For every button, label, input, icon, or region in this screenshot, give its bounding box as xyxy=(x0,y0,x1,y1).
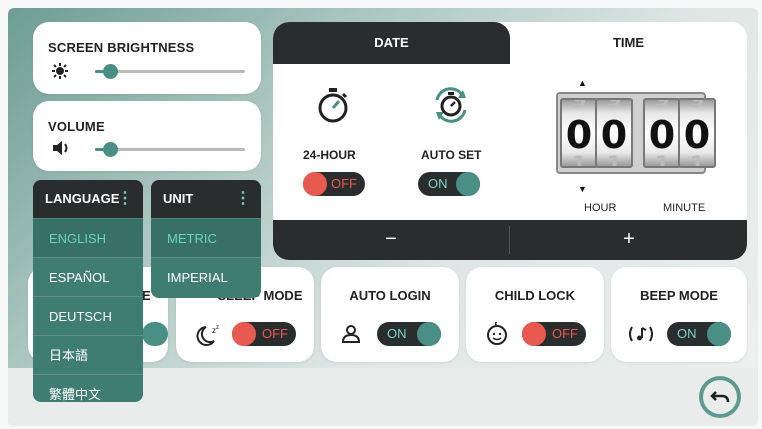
toggle-state: OFF xyxy=(552,326,578,341)
down-arrow-icon[interactable]: ▼ xyxy=(578,184,587,194)
minute-caption: MINUTE xyxy=(663,202,706,214)
settings-screen: SCREEN BRIGHTNESS VOLUME DATE TIME 24-HO… xyxy=(8,8,758,426)
brightness-icon xyxy=(51,62,69,85)
dropdown-option[interactable]: ENGLISH xyxy=(33,218,143,257)
24-hour-toggle[interactable]: OFF xyxy=(303,172,365,196)
hour-digit-2[interactable]: 9 0 1 xyxy=(595,98,633,168)
child-lock-title: CHILD LOCK xyxy=(494,288,576,303)
minus-button[interactable]: − xyxy=(273,220,509,260)
date-panel: 24-HOUR OFF AUTO SET ON xyxy=(273,64,510,220)
auto-set-toggle[interactable]: ON xyxy=(418,172,480,196)
brightness-thumb[interactable] xyxy=(103,64,118,79)
child-face-icon xyxy=(486,321,508,351)
sleep-mode-toggle[interactable]: OFF xyxy=(232,322,296,346)
dropdown-option[interactable]: DEUTSCH xyxy=(33,296,143,335)
time-adjust-bar: − + xyxy=(273,220,747,260)
svg-text:z: z xyxy=(216,325,219,331)
toggle-knob xyxy=(522,322,546,346)
toggle-knob xyxy=(232,322,256,346)
date-time-card: DATE TIME 24-HOUR OFF AUTO SET ON ▲ 9 0 … xyxy=(273,22,747,260)
volume-slider[interactable] xyxy=(95,141,245,157)
back-button[interactable] xyxy=(699,376,741,418)
toggle-state: ON xyxy=(387,326,407,341)
toggle-knob xyxy=(417,322,441,346)
undo-arrow-icon xyxy=(703,380,737,414)
tab-time[interactable]: TIME xyxy=(510,22,747,64)
brightness-title: SCREEN BRIGHTNESS xyxy=(48,40,195,55)
partial-left-toggle[interactable] xyxy=(142,322,168,346)
plus-button[interactable]: + xyxy=(511,220,747,260)
auto-set-label: AUTO SET xyxy=(421,148,482,162)
speaker-icon xyxy=(51,139,71,162)
volume-card: VOLUME xyxy=(33,101,261,171)
volume-title: VOLUME xyxy=(48,119,105,134)
child-lock-card: CHILD LOCK OFF xyxy=(466,267,604,362)
toggle-knob xyxy=(303,172,327,196)
dropdown-option[interactable]: 日本語 xyxy=(33,335,143,374)
toggle-knob xyxy=(707,322,731,346)
tab-date[interactable]: DATE xyxy=(273,22,510,64)
toggle-knob xyxy=(456,172,480,196)
user-icon xyxy=(341,324,361,349)
language-title: LANGUAGE xyxy=(45,191,120,206)
stopwatch-icon xyxy=(315,86,351,129)
dropdown-option[interactable]: ESPAÑOL xyxy=(33,257,143,296)
volume-thumb[interactable] xyxy=(103,142,118,157)
minute-digit-1[interactable]: 9 0 1 xyxy=(643,98,681,168)
toggle-state: OFF xyxy=(331,176,357,191)
dropdown-option[interactable]: 繁體中文 xyxy=(33,374,143,402)
unit-title: UNIT xyxy=(163,191,194,206)
beep-mode-toggle[interactable]: ON xyxy=(667,322,731,346)
toggle-state: ON xyxy=(677,326,697,341)
unit-dropdown[interactable]: UNIT ⋮ METRIC IMPERIAL xyxy=(151,180,261,298)
auto-sync-stopwatch-icon xyxy=(431,86,471,129)
language-dropdown[interactable]: LANGUAGE ⋮ ENGLISH ESPAÑOL DEUTSCH 日本語 繁體中文 xyxy=(33,180,143,402)
up-arrow-icon[interactable]: ▲ xyxy=(578,78,587,88)
sleep-moon-icon: z z xyxy=(196,323,222,352)
more-vertical-icon[interactable]: ⋮ xyxy=(235,180,251,218)
auto-login-title: AUTO LOGIN xyxy=(349,288,431,303)
toggle-state: ON xyxy=(428,176,448,191)
beep-sound-icon xyxy=(627,323,655,350)
toggle-state: OFF xyxy=(262,326,288,341)
brightness-card: SCREEN BRIGHTNESS xyxy=(33,22,261,94)
beep-mode-card: BEEP MODE ON xyxy=(611,267,747,362)
dropdown-option[interactable]: METRIC xyxy=(151,218,261,257)
more-vertical-icon[interactable]: ⋮ xyxy=(117,180,133,218)
divider xyxy=(509,226,510,254)
dropdown-option[interactable]: IMPERIAL xyxy=(151,257,261,296)
minute-digit-2[interactable]: 9 0 1 xyxy=(678,98,716,168)
auto-login-toggle[interactable]: ON xyxy=(377,322,441,346)
child-lock-toggle[interactable]: OFF xyxy=(522,322,586,346)
brightness-slider[interactable] xyxy=(95,63,245,79)
hour-digit-1[interactable]: 9 0 1 xyxy=(560,98,598,168)
partial-left-label: E xyxy=(142,288,151,303)
unit-dropdown-header[interactable]: UNIT ⋮ xyxy=(151,180,261,218)
24-hour-label: 24-HOUR xyxy=(303,148,356,162)
auto-login-card: AUTO LOGIN ON xyxy=(321,267,459,362)
beep-mode-title: BEEP MODE xyxy=(640,288,718,303)
hour-caption: HOUR xyxy=(584,202,617,214)
language-dropdown-header[interactable]: LANGUAGE ⋮ xyxy=(33,180,143,218)
